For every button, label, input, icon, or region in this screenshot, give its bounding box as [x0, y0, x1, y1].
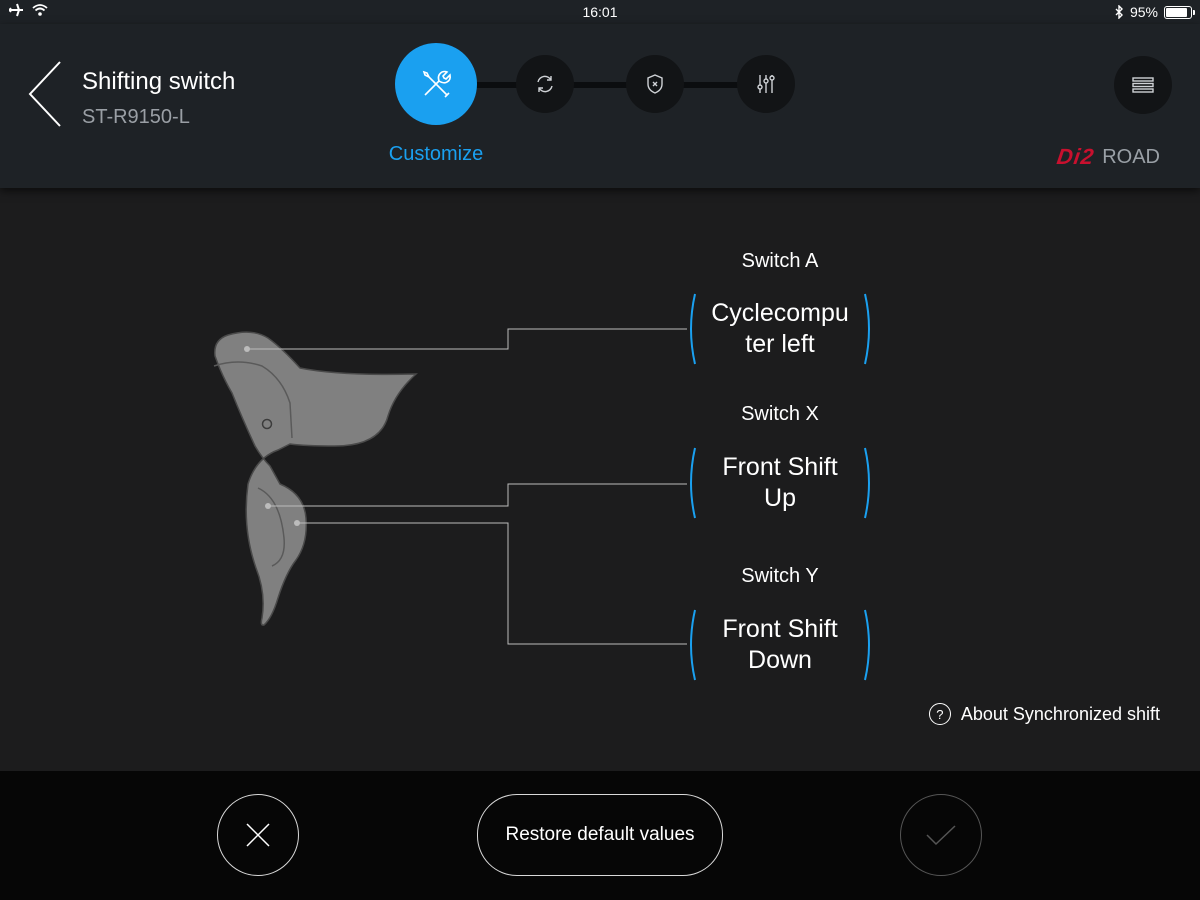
- switch-x-selector[interactable]: Front Shift Up: [690, 447, 870, 519]
- bracket-left-icon: [690, 447, 696, 519]
- brand-logo: Di2 ROAD: [1055, 144, 1160, 170]
- wrench-screwdriver-icon: [422, 70, 451, 98]
- about-link-label: About Synchronized shift: [960, 703, 1160, 724]
- bracket-right-icon: [864, 293, 870, 365]
- battery-icon: [1164, 5, 1195, 19]
- status-time: 16:01: [582, 4, 618, 20]
- sliders-icon: [757, 75, 775, 93]
- brand-suffix: ROAD: [1102, 145, 1160, 168]
- bracket-right-icon: [864, 609, 870, 681]
- di2-logo: Di2: [1055, 144, 1097, 169]
- about-synchronized-shift-link[interactable]: ? About Synchronized shift: [928, 703, 1160, 725]
- list-menu-icon: [1132, 77, 1154, 93]
- confirm-button[interactable]: [900, 794, 982, 876]
- step-protect-button[interactable]: [626, 55, 684, 113]
- active-step-label: Customize: [388, 143, 484, 165]
- footer-actions: Restore default values: [0, 771, 1200, 900]
- switch-x-label: Switch X: [741, 403, 819, 425]
- bluetooth-icon: [1115, 5, 1123, 19]
- step-sync-button[interactable]: [516, 55, 574, 113]
- step-customize-button[interactable]: [395, 43, 477, 125]
- switch-a-selector[interactable]: Cyclecompu ter left: [690, 293, 870, 365]
- close-icon: [246, 823, 270, 847]
- step-settings-button[interactable]: [737, 55, 795, 113]
- switch-a-value: Cyclecompu ter left: [711, 299, 849, 358]
- switch-y-label: Switch Y: [741, 565, 819, 587]
- page-title: Shifting switch: [82, 68, 236, 95]
- menu-button[interactable]: [1114, 56, 1172, 114]
- status-bar: 16:01 95%: [0, 0, 1200, 24]
- switch-y-value: Front Shift Down: [722, 615, 838, 674]
- page-subtitle: ST-R9150-L: [82, 106, 190, 128]
- header: Shifting switch ST-R9150-L Customize Di2…: [0, 24, 1200, 188]
- sync-icon: [537, 75, 553, 93]
- bracket-left-icon: [690, 609, 696, 681]
- steps-connector: [436, 82, 766, 88]
- bracket-right-icon: [864, 447, 870, 519]
- check-icon: [926, 825, 956, 846]
- switch-y-selector[interactable]: Front Shift Down: [690, 609, 870, 681]
- shift-lever-illustration: [213, 331, 419, 626]
- battery-fill: [1166, 7, 1187, 17]
- shield-icon: [647, 74, 663, 94]
- switch-a-label: Switch A: [741, 250, 819, 272]
- main-content: Switch A Cyclecompu ter left Switch X Fr…: [0, 188, 1200, 771]
- status-right: 95%: [1114, 4, 1195, 20]
- battery-percent: 95%: [1129, 4, 1158, 20]
- back-chevron-icon[interactable]: [26, 60, 66, 128]
- help-icon: ?: [928, 703, 951, 725]
- bracket-left-icon: [690, 293, 696, 365]
- restore-defaults-button[interactable]: Restore default values: [477, 794, 723, 876]
- cancel-button[interactable]: [217, 794, 299, 876]
- lever-diagram: [213, 328, 687, 645]
- switch-x-value: Front Shift Up: [722, 453, 838, 512]
